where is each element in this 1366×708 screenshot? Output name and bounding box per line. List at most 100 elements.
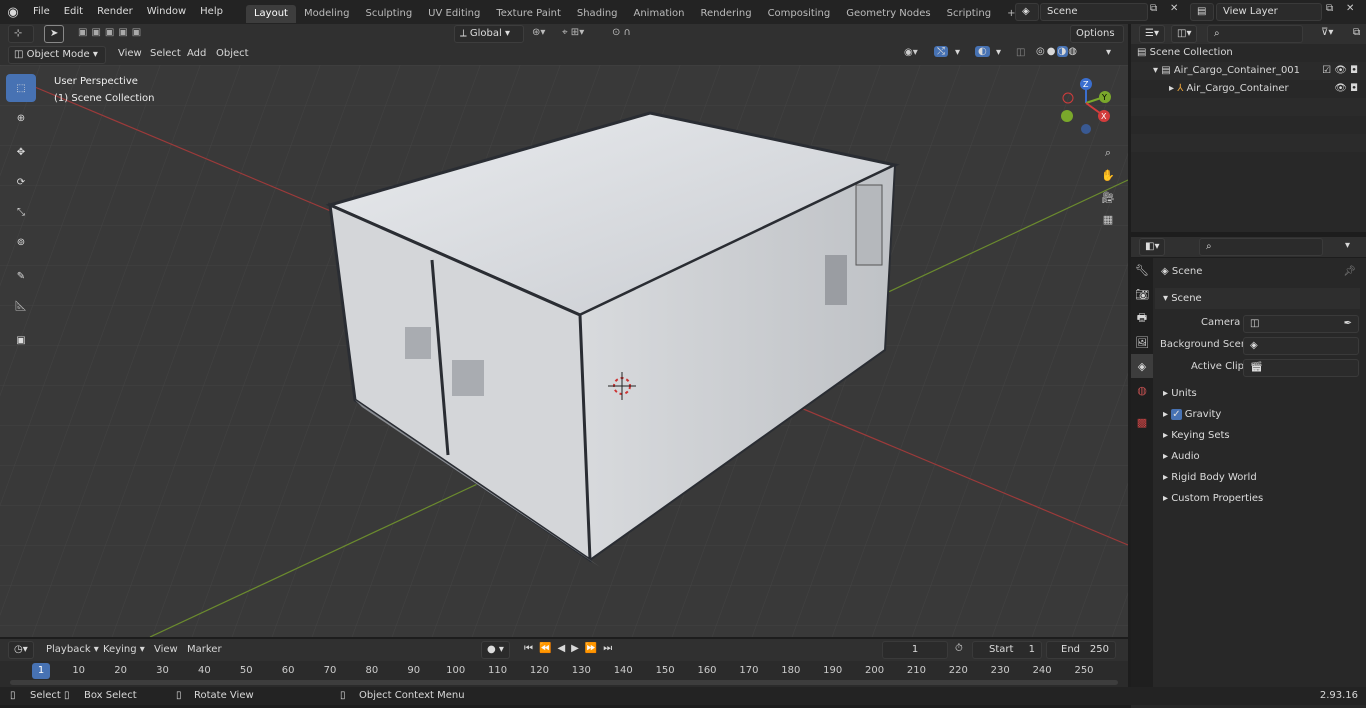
overlay-toggle-icon[interactable]: ◐	[975, 46, 990, 57]
eyedropper-icon[interactable]: ✒	[1344, 316, 1352, 332]
properties-editor-type-icon[interactable]: ◧▾	[1139, 238, 1166, 256]
zoom-icon[interactable]: ⌕	[1097, 142, 1119, 164]
camera-view-icon[interactable]: 🎥︎	[1097, 186, 1119, 208]
panel-keying-sets[interactable]: ▸ Keying Sets	[1155, 425, 1230, 446]
panel-gravity[interactable]: ▸ ✓ Gravity	[1155, 404, 1221, 425]
proportional-edit-icon[interactable]: ⊙ ∩	[612, 27, 631, 38]
panel-units[interactable]: ▸ Units	[1155, 383, 1197, 404]
tab-layout[interactable]: Layout	[245, 4, 296, 23]
properties-options-icon[interactable]: ▾	[1345, 240, 1350, 251]
cursor-tool-icon[interactable]: ⊕	[6, 104, 36, 132]
scene-selector-icon[interactable]: ◈	[1015, 3, 1039, 21]
output-tab-icon[interactable]: 🖶	[1131, 306, 1153, 330]
view-layer-tab-icon[interactable]: 🖼︎	[1131, 330, 1153, 354]
menu-timeline-view[interactable]: View	[154, 644, 178, 655]
pin-icon[interactable]: 📌︎	[1343, 266, 1356, 277]
ortho-grid-icon[interactable]: ▦	[1097, 208, 1119, 230]
menu-object[interactable]: Object	[216, 48, 249, 59]
annotate-tool-icon[interactable]: ✎	[6, 262, 36, 290]
timeline-scrollbar[interactable]	[10, 680, 1118, 685]
start-frame-field[interactable]: Start 1	[972, 641, 1042, 659]
texture-tab-icon[interactable]: ▩	[1131, 410, 1153, 434]
tab-geometry-nodes[interactable]: Geometry Nodes	[838, 5, 938, 23]
properties-search-input[interactable]: ⌕	[1199, 238, 1323, 256]
menu-marker[interactable]: Marker	[187, 644, 222, 655]
menu-help[interactable]: Help	[193, 0, 230, 24]
tab-modeling[interactable]: Modeling	[296, 5, 358, 23]
outliner-row-collection[interactable]: ▾ ▤ Air_Cargo_Container_001 ☑ 👁︎ ◘	[1131, 62, 1366, 80]
menu-view[interactable]: View	[118, 48, 142, 59]
stopwatch-icon[interactable]: ⏱	[955, 643, 963, 654]
tab-animation[interactable]: Animation	[626, 5, 693, 23]
outliner-editor-type-icon[interactable]: ☰▾	[1139, 25, 1165, 43]
select-tool-icon[interactable]: ➤	[44, 25, 64, 43]
eye-camera-icon[interactable]: 👁︎ ◘	[1334, 80, 1358, 98]
menu-window[interactable]: Window	[140, 0, 193, 24]
gizmo-dropdown-icon[interactable]: ▾	[955, 47, 960, 58]
view-layer-icon[interactable]: ▤	[1190, 3, 1214, 21]
editor-type-icon[interactable]: ⊹	[8, 25, 34, 43]
3d-viewport[interactable]: Z Y X User Perspective (1) Scene Collect…	[0, 65, 1128, 637]
scene-field[interactable]: Scene	[1040, 3, 1148, 21]
transform-tool-icon[interactable]: ⊚	[6, 228, 36, 256]
mode-dropdown[interactable]: ◫ Object Mode ▾	[8, 46, 106, 64]
display-mode-icon[interactable]: ◫▾	[1171, 25, 1198, 43]
snap-icon[interactable]: ⌖ ⊞▾	[562, 27, 584, 38]
new-view-layer-icon[interactable]: ⧉	[1326, 3, 1333, 14]
background-scene-field[interactable]: ◈	[1243, 337, 1359, 355]
menu-keying[interactable]: Keying ▾	[103, 644, 145, 655]
gravity-checkbox[interactable]: ✓	[1171, 409, 1182, 420]
menu-playback[interactable]: Playback ▾	[46, 644, 99, 655]
panel-rigid-body-world[interactable]: ▸ Rigid Body World	[1155, 467, 1257, 488]
active-clip-field[interactable]: 🎬︎	[1243, 359, 1359, 377]
end-frame-field[interactable]: End 250	[1046, 641, 1116, 659]
pan-hand-icon[interactable]: ✋	[1097, 164, 1119, 186]
gizmo-toggle-icon[interactable]: ⤭	[934, 46, 948, 57]
menu-edit[interactable]: Edit	[57, 0, 90, 24]
current-frame-field[interactable]: 1	[882, 641, 948, 659]
render-tab-icon[interactable]: 📷︎	[1131, 282, 1153, 306]
outliner-search-input[interactable]: ⌕	[1207, 25, 1303, 43]
timeline[interactable]: 1 10 20 30 40 50 60 70 80 90 100 110 120 130 140 150 160…	[0, 661, 1128, 687]
shading-modes-icons[interactable]: ◎●◑◍	[1036, 46, 1079, 57]
menu-file[interactable]: File	[26, 0, 57, 24]
timeline-editor-type-icon[interactable]: ◷▾	[8, 641, 34, 659]
tab-rendering[interactable]: Rendering	[692, 5, 759, 23]
delete-view-layer-icon[interactable]: ✕	[1346, 3, 1354, 14]
outliner-row-scene-collection[interactable]: ▤ Scene Collection	[1131, 44, 1366, 62]
move-tool-icon[interactable]: ✥	[6, 138, 36, 166]
visibility-icon[interactable]: ◉▾	[904, 47, 918, 58]
record-icon[interactable]: ● ▾	[481, 641, 510, 659]
world-tab-icon[interactable]: ◍	[1131, 378, 1153, 402]
camera-field[interactable]: ◫ ✒	[1243, 315, 1359, 333]
filter-icon[interactable]: ⊽▾	[1321, 27, 1333, 38]
shading-dropdown-icon[interactable]: ▾	[1106, 47, 1111, 58]
menu-render[interactable]: Render	[90, 0, 140, 24]
new-scene-icon[interactable]: ⧉	[1150, 3, 1157, 14]
eye-camera-icon[interactable]: ☑ 👁︎ ◘	[1322, 62, 1358, 80]
blender-logo-icon[interactable]: ◉	[0, 5, 26, 20]
panel-custom-properties[interactable]: ▸ Custom Properties	[1155, 488, 1263, 509]
pivot-icon[interactable]: ⊛▾	[532, 27, 545, 38]
scale-tool-icon[interactable]: ⤡	[6, 198, 36, 226]
add-cube-tool-icon[interactable]: ▣	[6, 326, 36, 354]
tab-compositing[interactable]: Compositing	[760, 5, 839, 23]
tab-shading[interactable]: Shading	[569, 5, 626, 23]
playback-controls-icons[interactable]: ⏮⏪◀▶⏩⏭	[524, 643, 618, 654]
selection-mode-icons[interactable]: ▣▣▣▣▣	[78, 27, 145, 38]
tool-tab-icon[interactable]: 🔧︎	[1131, 258, 1153, 282]
menu-add[interactable]: Add	[187, 48, 206, 59]
tab-sculpting[interactable]: Sculpting	[357, 5, 420, 23]
panel-audio[interactable]: ▸ Audio	[1155, 446, 1200, 467]
tab-uv-editing[interactable]: UV Editing	[420, 5, 488, 23]
view-layer-field[interactable]: View Layer	[1216, 3, 1322, 21]
options-dropdown[interactable]: Options	[1070, 25, 1124, 43]
delete-scene-icon[interactable]: ✕	[1170, 3, 1178, 14]
overlay-dropdown-icon[interactable]: ▾	[996, 47, 1001, 58]
tab-scripting[interactable]: Scripting	[939, 5, 999, 23]
scene-tab-icon[interactable]: ◈	[1131, 354, 1153, 378]
scene-section-header[interactable]: ▾ Scene	[1155, 288, 1360, 309]
tab-texture-paint[interactable]: Texture Paint	[488, 5, 569, 23]
transform-orientation-dropdown[interactable]: ⟂ Global ▾	[454, 25, 524, 43]
rotate-tool-icon[interactable]: ⟳	[6, 168, 36, 196]
